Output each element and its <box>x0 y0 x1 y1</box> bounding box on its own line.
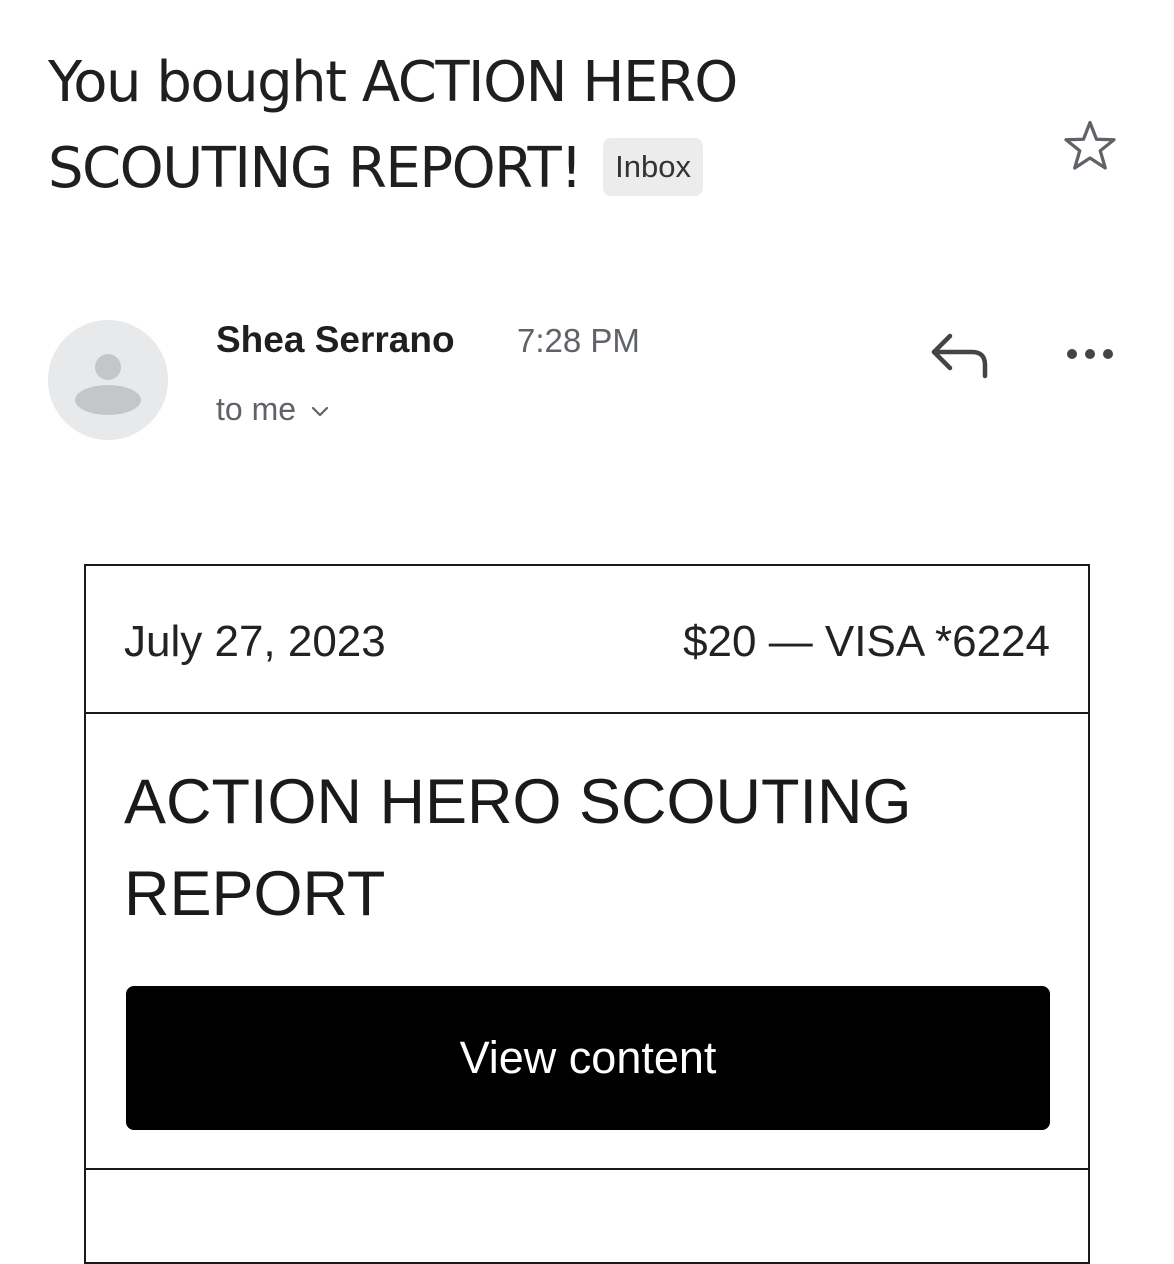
recipient-details-toggle[interactable]: to me <box>216 386 330 432</box>
card-divider <box>86 1168 1088 1170</box>
inbox-label-badge[interactable]: Inbox <box>603 138 703 196</box>
payment-summary: $20 — VISA *6224 <box>683 617 1050 666</box>
star-button[interactable] <box>1060 116 1120 176</box>
sent-time: 7:28 PM <box>517 322 640 359</box>
purchase-date: July 27, 2023 <box>124 617 386 666</box>
chevron-down-icon <box>311 406 329 417</box>
view-content-button[interactable]: View content <box>126 986 1050 1130</box>
reply-arrow-icon <box>931 333 988 379</box>
more-horizontal-icon <box>1067 349 1113 359</box>
sender-name: Shea Serrano <box>216 319 455 360</box>
recipient-label: to me <box>216 390 297 427</box>
receipt-header-row: July 27, 2023 $20 — VISA *6224 <box>86 566 1088 714</box>
more-options-button[interactable] <box>1062 336 1118 372</box>
person-avatar-icon <box>75 354 141 415</box>
star-outline-icon <box>1064 120 1116 170</box>
receipt-card: July 27, 2023 $20 — VISA *6224 ACTION HE… <box>84 564 1090 1264</box>
reply-button[interactable] <box>928 328 992 384</box>
sender-avatar[interactable] <box>48 320 168 440</box>
email-subject-heading: You bought ACTION HERO SCOUTING REPORT! I… <box>48 40 1008 212</box>
product-title: ACTION HERO SCOUTING REPORT <box>124 767 912 929</box>
